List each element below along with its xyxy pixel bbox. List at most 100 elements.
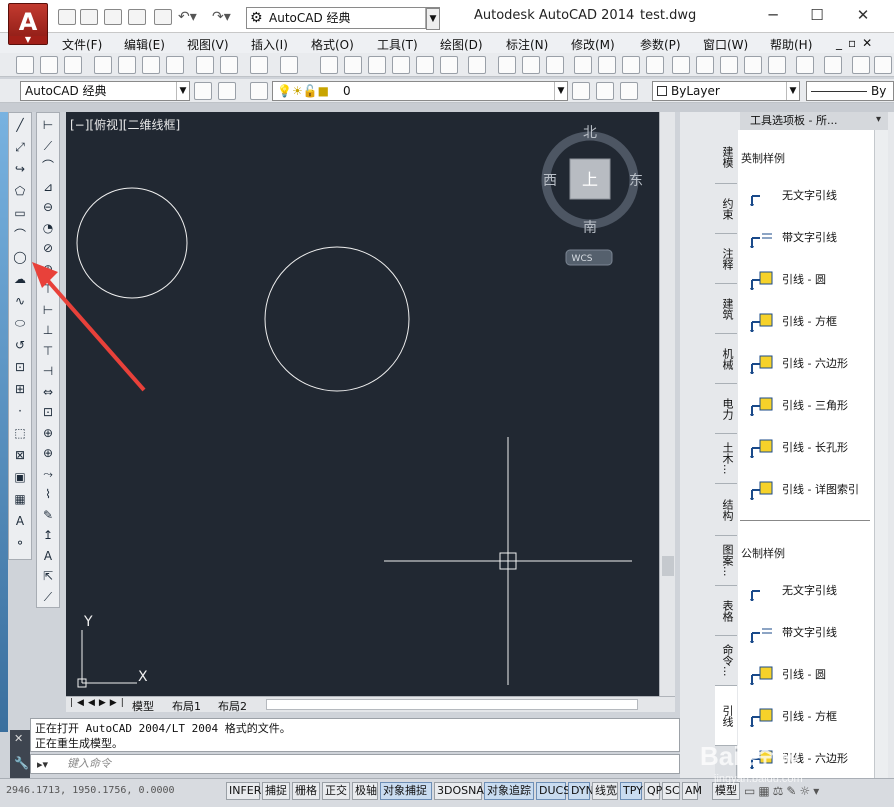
pan-icon[interactable] — [320, 56, 338, 74]
imperial-item-5[interactable]: 引线 - 三角形 — [748, 394, 872, 418]
calculator-icon[interactable] — [440, 56, 458, 74]
save-icon[interactable] — [104, 9, 122, 25]
tab-layout2[interactable]: 布局2 — [218, 698, 247, 714]
tab-layout1[interactable]: 布局1 — [172, 698, 201, 714]
menu-draw[interactable]: 绘图(D) — [440, 36, 483, 53]
hatch-icon[interactable]: ⬚ — [11, 425, 29, 442]
menu-modify[interactable]: 修改(M) — [571, 36, 615, 53]
save-as-icon[interactable] — [128, 9, 146, 25]
publish-icon[interactable] — [142, 56, 160, 74]
status-toggle-8[interactable]: DUCS — [536, 782, 570, 800]
maximize-button[interactable]: ☐ — [802, 4, 832, 26]
dimension-tool-23-icon[interactable]: ⇱ — [39, 568, 57, 585]
table-icon[interactable]: ▦ — [11, 491, 29, 508]
imperial-item-2[interactable]: 引线 - 圆 — [748, 268, 872, 292]
status-toggle-7[interactable]: 对象追踪 — [484, 782, 534, 800]
close-button[interactable]: ✕ — [848, 4, 878, 26]
open-icon[interactable] — [80, 9, 98, 25]
dimension-tool-1-icon[interactable]: ⊢ — [39, 117, 57, 134]
block-editor-icon[interactable] — [768, 56, 786, 74]
point-icon[interactable]: · — [11, 403, 29, 420]
palette-tab-0[interactable]: 建模 — [715, 130, 737, 184]
dimension-tool-18-icon[interactable]: ⤳ — [39, 466, 57, 483]
menu-insert[interactable]: 插入(I) — [251, 36, 288, 53]
palette-tab-4[interactable]: 机械 — [715, 334, 737, 384]
mtext-icon[interactable]: A — [11, 513, 29, 530]
dimension-tool-16-icon[interactable]: ⊕ — [39, 425, 57, 442]
construction-line-icon[interactable]: ⤢ — [11, 139, 29, 156]
compass-south[interactable]: 南 — [583, 220, 597, 236]
arc-icon[interactable]: ⌒ — [11, 227, 29, 244]
polyline-icon[interactable]: ↪ — [11, 161, 29, 178]
status-toggle-14[interactable]: AM — [682, 782, 702, 800]
design-center-icon[interactable] — [392, 56, 410, 74]
status-toggle-9[interactable]: DYN — [568, 782, 594, 800]
layer-properties-icon[interactable] — [250, 82, 268, 100]
3d-dwf-icon[interactable] — [646, 56, 664, 74]
status-tray-icons[interactable]: ▭▦⚖✎☼▾ — [744, 784, 822, 798]
color-dropdown[interactable]: ByLayer ▼ — [652, 81, 800, 101]
doc-window-controls[interactable]: _▫✕ — [836, 36, 878, 50]
status-toggle-1[interactable]: 捕捉 — [262, 782, 290, 800]
palette-tab-3[interactable]: 建筑 — [715, 284, 737, 334]
imperial-item-4[interactable]: 引线 - 六边形 — [748, 352, 872, 376]
imperial-item-7[interactable]: 引线 - 详图索引 — [748, 478, 872, 502]
imperial-item-0[interactable]: 无文字引线 — [748, 184, 872, 208]
palette-tab-5[interactable]: 电力 — [715, 384, 737, 434]
save-icon[interactable] — [546, 56, 564, 74]
undo-icon[interactable] — [250, 56, 268, 74]
tab-nav-buttons[interactable]: |◀◀▶▶| — [70, 698, 128, 708]
3d-dwf-icon[interactable] — [166, 56, 184, 74]
menu-help[interactable]: 帮助(H) — [770, 36, 812, 53]
palette-menu-icon[interactable]: ▾ — [876, 114, 881, 125]
zoom-icon[interactable] — [344, 56, 362, 74]
gear-icon[interactable] — [194, 82, 212, 100]
metric-item-1[interactable]: 带文字引线 — [748, 621, 872, 645]
palette-tab-9[interactable]: 表格 — [715, 586, 737, 636]
menu-dimension[interactable]: 标注(N) — [506, 36, 548, 53]
metric-item-2[interactable]: 引线 - 圆 — [748, 663, 872, 687]
imperial-item-1[interactable]: 带文字引线 — [748, 226, 872, 250]
redo-icon[interactable] — [280, 56, 298, 74]
compass-north[interactable]: 北 — [583, 125, 597, 141]
dimension-tool-4-icon[interactable]: ⊿ — [39, 179, 57, 196]
new-icon[interactable] — [498, 56, 516, 74]
dimension-tool-3-icon[interactable]: ⌒ — [39, 158, 57, 175]
workspace-settings-icon[interactable] — [218, 82, 236, 100]
rectangle-icon[interactable]: ▭ — [11, 205, 29, 222]
status-toggle-10[interactable]: 线宽 — [592, 782, 618, 800]
status-toggle-12[interactable]: QP — [644, 782, 662, 800]
menu-edit[interactable]: 编辑(E) — [124, 36, 165, 53]
palette-tab-8[interactable]: 图案... — [715, 536, 737, 586]
workspace-dropdown[interactable]: AutoCAD 经典 ▼ — [20, 81, 190, 101]
tool-palette-icon[interactable] — [416, 56, 434, 74]
linetype-dropdown[interactable]: By — [806, 81, 894, 101]
print-icon[interactable] — [94, 56, 112, 74]
paste-icon[interactable] — [720, 56, 738, 74]
status-toggle-0[interactable]: INFER — [226, 782, 261, 800]
new-icon[interactable] — [58, 9, 76, 25]
gradient-icon[interactable]: ⊠ — [11, 447, 29, 464]
minimize-button[interactable]: ─ — [758, 4, 788, 26]
palette-scrollbar[interactable] — [874, 130, 888, 778]
dimension-tool-22-icon[interactable]: A — [39, 548, 57, 565]
dimension-tool-15-icon[interactable]: ⊡ — [39, 404, 57, 421]
tab-model[interactable]: 模型 — [132, 698, 154, 714]
status-toggle-3[interactable]: 正交 — [322, 782, 350, 800]
dimension-tool-6-icon[interactable]: ◔ — [39, 220, 57, 237]
polygon-icon[interactable]: ⬠ — [11, 183, 29, 200]
layer-previous-icon[interactable] — [596, 82, 614, 100]
compass-west[interactable]: 西 — [543, 173, 557, 189]
copy-icon[interactable] — [696, 56, 714, 74]
status-toggle-2[interactable]: 栅格 — [292, 782, 320, 800]
region-icon[interactable]: ▣ — [11, 469, 29, 486]
plot-preview-icon[interactable] — [118, 56, 136, 74]
qa-customize-button[interactable]: ▼ — [426, 8, 440, 30]
workspace-selector[interactable]: ⚙ AutoCAD 经典 ▼ — [246, 7, 440, 29]
add-selected-icon[interactable]: ⚬ — [11, 535, 29, 552]
new-icon[interactable] — [16, 56, 34, 74]
undo-icon[interactable] — [796, 56, 814, 74]
dimension-tool-20-icon[interactable]: ✎ — [39, 507, 57, 524]
match-icon[interactable] — [220, 56, 238, 74]
pan-icon[interactable] — [852, 56, 870, 74]
